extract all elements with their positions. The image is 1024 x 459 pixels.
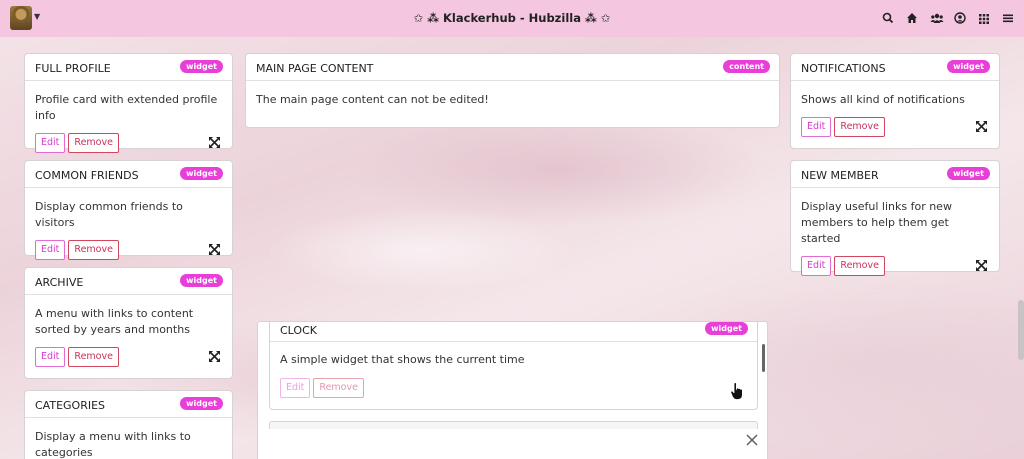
remove-button[interactable]: Remove — [834, 117, 885, 137]
main-content-description: The main page content can not be edited! — [256, 93, 489, 106]
widget-title: NEW MEMBER widget — [791, 161, 999, 188]
widget-description: Shows all kind of notifications — [801, 93, 965, 106]
edit-button[interactable]: Edit — [801, 117, 832, 137]
widget-badge: widget — [180, 167, 223, 180]
widget-title: FULL PROFILE widget — [25, 54, 232, 81]
widget-badge: widget — [180, 274, 223, 287]
move-icon[interactable] — [209, 137, 220, 148]
remove-button[interactable]: Remove — [68, 347, 119, 367]
nav-icons — [882, 11, 1014, 25]
remove-button[interactable]: Remove — [313, 378, 364, 398]
widget-title: CLOCK widget — [270, 322, 757, 342]
widget-title: CATEGORIES widget — [25, 391, 232, 418]
site-title: ✩ ⁂ Klackerhub - Hubzilla ⁂ ✩ — [413, 11, 611, 25]
remove-button[interactable]: Remove — [834, 256, 885, 276]
edit-button[interactable]: Edit — [35, 240, 66, 260]
apps-grid-icon[interactable] — [978, 11, 990, 25]
widget-card-archive: ARCHIVE widget A menu with links to conte… — [24, 267, 233, 379]
move-icon[interactable] — [209, 244, 220, 255]
scrollbar[interactable] — [762, 344, 765, 372]
close-icon[interactable] — [746, 434, 758, 446]
widget-badge: widget — [705, 322, 748, 335]
widget-description: Profile card with extended profile info — [35, 93, 218, 122]
remove-button[interactable]: Remove — [68, 133, 119, 153]
widget-card-common-friends: COMMON FRIENDS widget Display common frie… — [24, 160, 233, 260]
widget-badge: widget — [947, 60, 990, 73]
widget-description: A simple widget that shows the current t… — [280, 353, 525, 366]
widget-description: A menu with links to content sorted by y… — [35, 307, 194, 336]
main-content-card: MAIN PAGE CONTENT content The main page c… — [245, 53, 780, 128]
main-content-title: MAIN PAGE CONTENT content — [246, 54, 779, 81]
users-icon[interactable] — [930, 11, 944, 25]
menu-icon[interactable] — [1002, 11, 1014, 25]
widget-card-new-member: NEW MEMBER widget Display useful links fo… — [790, 160, 1000, 276]
remove-button[interactable]: Remove — [68, 240, 119, 260]
widget-card-categories: CATEGORIES widget Display a menu with lin… — [24, 390, 233, 459]
edit-button[interactable]: Edit — [35, 347, 66, 367]
widget-card-full-profile: FULL PROFILE widget Profile card with ext… — [24, 53, 233, 153]
search-icon[interactable] — [882, 11, 894, 25]
widget-card-notifications: NOTIFICATIONS widget Shows all kind of no… — [790, 53, 1000, 149]
content-badge: content — [723, 60, 770, 73]
widget-title: NOTIFICATIONS widget — [791, 54, 999, 81]
edit-button[interactable]: Edit — [35, 133, 66, 153]
user-circle-icon[interactable] — [954, 11, 966, 25]
widget-badge: widget — [947, 167, 990, 180]
widget-description: Display useful links for new members to … — [801, 200, 952, 245]
move-icon[interactable] — [209, 351, 220, 362]
widget-title: COMMON FRIENDS widget — [25, 161, 232, 188]
widget-badge: widget — [180, 60, 223, 73]
widget-description: Display common friends to visitors — [35, 200, 183, 229]
widget-title: ARCHIVE widget — [25, 268, 232, 295]
widget-badge: widget — [180, 397, 223, 410]
hand-cursor-icon — [730, 382, 743, 400]
widget-card-clock[interactable]: CLOCK widget A simple widget that shows t… — [269, 322, 758, 410]
widget-description: Display a menu with links to categories — [35, 430, 191, 459]
navbar: ▼ ✩ ⁂ Klackerhub - Hubzilla ⁂ ✩ — [0, 0, 1024, 37]
next-widget-card — [269, 421, 758, 429]
home-icon[interactable] — [906, 11, 918, 25]
move-icon[interactable] — [976, 260, 987, 271]
edit-button[interactable]: Edit — [801, 256, 832, 276]
page-scrollbar[interactable] — [1018, 300, 1024, 360]
edit-button[interactable]: Edit — [280, 378, 311, 398]
widget-picker-panel: CLOCK widget A simple widget that shows t… — [257, 321, 768, 459]
move-icon[interactable] — [976, 121, 987, 132]
